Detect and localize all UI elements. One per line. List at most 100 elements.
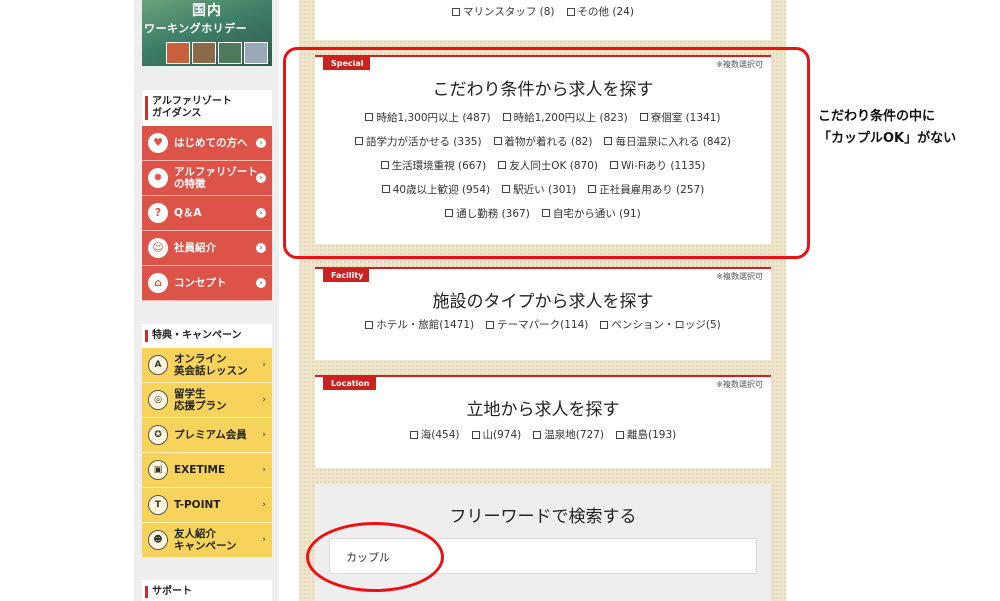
sidebar-item-tpoint[interactable]: T T-POINT › <box>142 488 272 523</box>
chevron-right-icon: › <box>262 360 266 370</box>
annotation-note-line1: こだわり条件の中に <box>818 109 936 124</box>
checkbox[interactable] <box>471 430 480 439</box>
option-label: その他 (24) <box>577 6 634 18</box>
option-label: 温泉地(727) <box>544 429 604 441</box>
chevron-right-icon: › <box>256 138 266 148</box>
label-line2: 英会話レッスン <box>174 365 248 377</box>
banner-title-line1: 国内 <box>192 3 222 19</box>
sidebar-item-label: はじめての方へ <box>174 137 248 149</box>
checkbox[interactable] <box>486 320 495 329</box>
sidebar-item-exetime[interactable]: ▣ EXETIME › <box>142 453 272 488</box>
job-type-card: マリンスタッフ (8) その他 (24) <box>315 0 771 40</box>
campaign-panel-title: 特典・キャンペーン <box>142 324 272 348</box>
chevron-right-icon: › <box>256 208 266 218</box>
sidebar-item-student[interactable]: ◎ 留学生 応援プラン › <box>142 383 272 418</box>
question-icon: ? <box>148 203 168 223</box>
annotation-highlight-ellipse <box>306 522 444 592</box>
facility-tag: Facility <box>323 269 370 282</box>
checkbox[interactable] <box>600 320 609 329</box>
job-type-options: マリンスタッフ (8) その他 (24) <box>315 0 771 19</box>
sidebar-item-referral[interactable]: ☻ 友人紹介 キャンペーン › <box>142 523 272 558</box>
location-option[interactable]: 温泉地(727) <box>533 427 604 442</box>
sidebar-item-label: T-POINT <box>174 499 221 511</box>
job-type-option[interactable]: マリンスタッフ (8) <box>452 4 555 19</box>
checkbox[interactable] <box>452 7 461 16</box>
globe-icon: ◎ <box>148 390 168 410</box>
sidebar-item-english[interactable]: A オンライン 英会話レッスン › <box>142 348 272 383</box>
location-card: Location ※複数選択可 立地から求人を探す 海(454) 山(974) … <box>315 375 771 468</box>
checkbox[interactable] <box>533 430 542 439</box>
label-line2: 応援プラン <box>174 400 227 412</box>
sidebar-item-label: 留学生 応援プラン <box>174 388 227 412</box>
guide-panel: アルファリゾート ガイダンス ♥ はじめての方へ › ✹ アルファリゾート の特徴… <box>142 90 272 301</box>
card-top-line <box>315 375 771 377</box>
location-title: 立地から求人を探す <box>466 400 620 420</box>
location-option[interactable]: 海(454) <box>409 427 460 442</box>
option-label: 山(974) <box>482 429 522 441</box>
label-line1: アルファリゾート <box>174 166 258 178</box>
chevron-right-icon: › <box>256 173 266 183</box>
facility-title: 施設のタイプから求人を探す <box>432 292 654 312</box>
friends-icon: ☻ <box>148 530 168 550</box>
option-label: 海(454) <box>420 429 460 441</box>
sidebar-item-label: 友人紹介 キャンペーン <box>174 528 236 552</box>
location-option[interactable]: 離島(193) <box>615 427 677 442</box>
label-line2: キャンペーン <box>174 540 237 552</box>
abc-icon: A <box>148 355 168 375</box>
facility-option[interactable]: ペンション・ロッジ(5) <box>600 317 721 332</box>
sidebar-item-concept[interactable]: ⌂ コンセプト › <box>142 266 272 301</box>
sidebar-item-label: オンライン 英会話レッスン <box>174 353 248 377</box>
multi-select-note: ※複数選択可 <box>716 272 763 281</box>
chevron-right-icon: › <box>262 500 266 510</box>
tpoint-icon: T <box>148 495 168 515</box>
sidebar-item-staff[interactable]: ☺ 社員紹介 › <box>142 231 272 266</box>
checkbox[interactable] <box>566 7 575 16</box>
sidebar-item-label: プレミアム会員 <box>174 429 247 441</box>
sidebar-item-label: EXETIME <box>174 464 226 476</box>
option-label: テーマパーク(114) <box>497 319 589 331</box>
people-icon: ☺ <box>148 238 168 258</box>
chevron-right-icon: › <box>262 535 266 545</box>
guide-title-line2: ガイダンス <box>152 108 202 119</box>
chevron-right-icon: › <box>262 465 266 475</box>
location-options: 海(454) 山(974) 温泉地(727) 離島(193) <box>315 427 771 442</box>
banner-photo <box>244 42 268 64</box>
option-label: ペンション・ロッジ(5) <box>611 319 721 331</box>
medal-icon: ✪ <box>148 425 168 445</box>
facility-options: ホテル・旅館(1471) テーマパーク(114) ペンション・ロッジ(5) <box>315 317 771 332</box>
sidebar-item-qa[interactable]: ? Q＆A › <box>142 196 272 231</box>
sidebar-item-beginner[interactable]: ♥ はじめての方へ › <box>142 126 272 161</box>
checkbox[interactable] <box>409 430 418 439</box>
label-line1: 友人紹介 <box>174 528 216 540</box>
facility-type-card: Facility ※複数選択可 施設のタイプから求人を探す ホテル・旅館(147… <box>315 267 771 360</box>
facility-option[interactable]: ホテル・旅館(1471) <box>365 317 474 332</box>
job-type-option[interactable]: その他 (24) <box>566 4 634 19</box>
house-icon: ⌂ <box>148 273 168 293</box>
sidebar-item-premium[interactable]: ✪ プレミアム会員 › <box>142 418 272 453</box>
multi-select-note: ※複数選択可 <box>716 380 763 389</box>
guide-title-line1: アルファリゾート <box>152 96 232 107</box>
option-label: 離島(193) <box>626 429 677 441</box>
sidebar-item-label: Q＆A <box>174 207 202 219</box>
location-tag: Location <box>323 377 376 390</box>
sidebar: 国内 ワーキングホリデー アルファリゾート ガイダンス ♥ はじめての方へ › … <box>134 0 279 601</box>
checkbox[interactable] <box>365 320 374 329</box>
sidebar-item-label: コンセプト <box>174 277 227 289</box>
annotation-highlight-rect <box>283 47 810 259</box>
sidebar-item-features[interactable]: ✹ アルファリゾート の特徴 › <box>142 161 272 196</box>
working-holiday-banner[interactable]: 国内 ワーキングホリデー <box>142 0 272 66</box>
sidebar-item-label: 社員紹介 <box>174 242 216 254</box>
chevron-right-icon: › <box>262 430 266 440</box>
annotation-note: こだわり条件の中に 「カップルOK」がない <box>818 106 956 150</box>
annotation-note-line2: 「カップルOK」がない <box>818 131 957 146</box>
option-label: ホテル・旅館(1471) <box>376 319 475 331</box>
banner-photo <box>166 42 190 64</box>
location-option[interactable]: 山(974) <box>471 427 522 442</box>
page: 国内 ワーキングホリデー アルファリゾート ガイダンス ♥ はじめての方へ › … <box>0 0 1000 601</box>
label-line2: の特徴 <box>174 178 206 190</box>
chevron-right-icon: › <box>256 243 266 253</box>
chevron-right-icon: › <box>256 278 266 288</box>
checkbox[interactable] <box>615 430 624 439</box>
facility-option[interactable]: テーマパーク(114) <box>486 317 588 332</box>
card-top-line <box>315 267 771 269</box>
